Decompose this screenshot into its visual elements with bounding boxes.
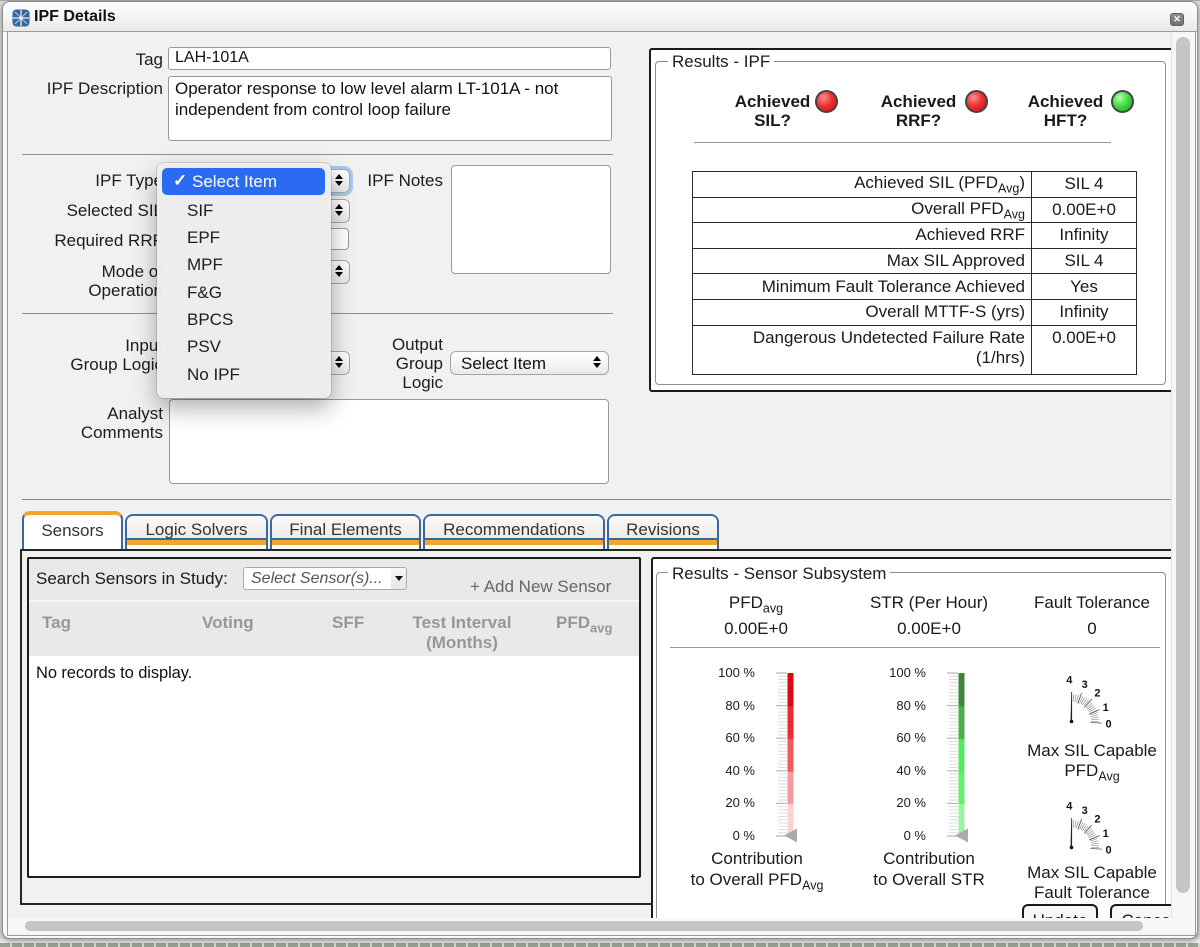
svg-text:2: 2 <box>1094 814 1100 826</box>
svg-text:1: 1 <box>1103 702 1109 714</box>
svg-text:0: 0 <box>1106 844 1112 856</box>
svg-text:3: 3 <box>1082 805 1088 817</box>
svg-text:0: 0 <box>1106 718 1112 730</box>
svg-text:4: 4 <box>1066 801 1073 813</box>
svg-text:3: 3 <box>1082 679 1088 691</box>
svg-text:4: 4 <box>1066 675 1073 687</box>
svg-text:1: 1 <box>1103 828 1109 840</box>
svg-text:2: 2 <box>1094 688 1100 700</box>
